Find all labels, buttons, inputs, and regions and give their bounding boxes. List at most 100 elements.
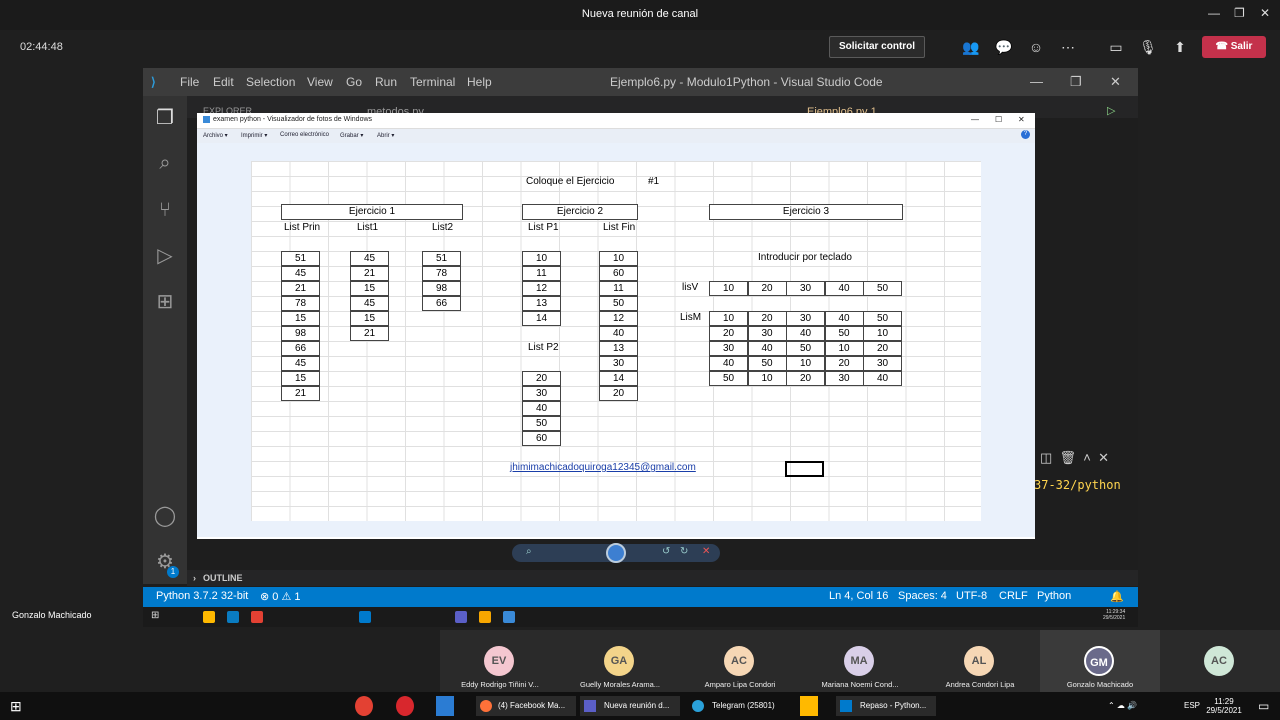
minimize-icon[interactable]: — bbox=[1208, 6, 1220, 20]
menu-edit[interactable]: Edit bbox=[213, 75, 234, 89]
panel-close-icon[interactable]: ✕ bbox=[1098, 450, 1109, 465]
inner-folder-icon[interactable] bbox=[203, 611, 215, 623]
inner-app-icon[interactable] bbox=[479, 611, 491, 623]
selected-cell[interactable] bbox=[785, 461, 824, 477]
inner-chrome-icon[interactable] bbox=[251, 611, 263, 623]
lism-cell: 30 bbox=[863, 356, 902, 371]
menu-view[interactable]: View bbox=[307, 75, 333, 89]
pv-close-icon[interactable]: ✕ bbox=[1018, 115, 1025, 124]
search-icon[interactable]: ⌕ bbox=[153, 151, 177, 175]
inner-vscode-icon[interactable] bbox=[359, 611, 371, 623]
participant-name: Amparo Lipa Condori bbox=[704, 680, 776, 689]
file-explorer-icon[interactable] bbox=[800, 696, 818, 716]
list-fin-cell: 30 bbox=[599, 356, 638, 371]
phone-icon: ☎ bbox=[1215, 41, 1231, 52]
maximize-icon[interactable]: ❐ bbox=[1234, 6, 1245, 20]
menu-help[interactable]: Help bbox=[467, 75, 492, 89]
reactions-icon[interactable]: ☺ bbox=[1027, 38, 1045, 56]
chevron-up-icon[interactable]: ˄ bbox=[1083, 450, 1091, 465]
status-eol[interactable]: CRLF bbox=[999, 590, 1028, 602]
taskbar-facebook[interactable]: (4) Facebook Ma... bbox=[476, 696, 576, 716]
pv-menu-grabar[interactable]: Grabar ▾ bbox=[340, 132, 363, 139]
outline-section[interactable]: › OUTLINE bbox=[187, 570, 1138, 586]
chat-icon[interactable]: 💬 bbox=[995, 38, 1013, 56]
photo-viewer-menu: Archivo ▾ Imprimir ▾ Correo electrónico … bbox=[197, 129, 1035, 143]
request-control-button[interactable]: Solicitar control bbox=[829, 36, 925, 58]
taskbar-telegram[interactable]: Telegram (25801) bbox=[688, 696, 788, 716]
participant-tile[interactable]: AC Amparo Lipa Condori bbox=[680, 630, 800, 692]
account-icon[interactable]: ◯ bbox=[153, 504, 177, 528]
language-indicator[interactable]: ESP bbox=[1184, 696, 1200, 716]
pv-menu-abrir[interactable]: Abrir ▾ bbox=[377, 132, 394, 139]
help-icon[interactable]: ? bbox=[1021, 130, 1030, 139]
inner-windows-icon[interactable]: ⊞ bbox=[151, 610, 159, 621]
notification-bell-icon[interactable]: 🔔 bbox=[1110, 590, 1124, 603]
vscode-minimize-icon[interactable]: — bbox=[1030, 74, 1043, 89]
windows-start-icon[interactable]: ⊞ bbox=[10, 696, 22, 716]
avatar: AC bbox=[724, 646, 754, 676]
lisv-label: lisV bbox=[682, 282, 699, 293]
leave-button[interactable]: ☎ Salir bbox=[1202, 36, 1266, 58]
status-python[interactable]: Python 3.7.2 32-bit bbox=[156, 590, 248, 602]
more-options-icon[interactable]: ⋯ bbox=[1059, 38, 1077, 56]
source-control-icon[interactable]: ⑂ bbox=[153, 198, 177, 222]
pv-minimize-icon[interactable]: — bbox=[971, 115, 979, 124]
participant-tile[interactable]: GM Gonzalo Machicado bbox=[1040, 630, 1160, 692]
share-screen-icon[interactable]: ⬆ bbox=[1171, 38, 1189, 56]
menu-run[interactable]: Run bbox=[375, 75, 397, 89]
delete-icon[interactable]: ✕ bbox=[702, 546, 710, 557]
lism-cell: 20 bbox=[786, 371, 825, 386]
chrome-icon[interactable] bbox=[355, 696, 373, 716]
email-link[interactable]: jhimimachicadoquiroga12345@gmail.com bbox=[510, 462, 696, 473]
participant-tile[interactable]: AC bbox=[1160, 630, 1280, 692]
pv-menu-correo[interactable]: Correo electrónico bbox=[280, 132, 329, 138]
lism-cell: 10 bbox=[709, 311, 748, 326]
menu-file[interactable]: File bbox=[180, 75, 199, 89]
taskbar-vscode[interactable]: Repaso - Python... bbox=[836, 696, 936, 716]
explorer-icon[interactable]: ❐ bbox=[153, 106, 177, 130]
split-icon[interactable]: ◫ bbox=[1040, 450, 1052, 465]
rotate-right-icon[interactable]: ↻ bbox=[680, 546, 688, 557]
pv-menu-archivo[interactable]: Archivo ▾ bbox=[203, 132, 228, 139]
status-problems[interactable]: ⊗ 0 ⚠ 1 bbox=[260, 590, 300, 603]
lisv-cell: 40 bbox=[824, 281, 864, 296]
inner-photos-icon[interactable] bbox=[503, 611, 515, 623]
tray-icons[interactable]: ⌃ ☁ 🔊 bbox=[1108, 696, 1137, 716]
lism-cell: 40 bbox=[863, 371, 902, 386]
status-cursor[interactable]: Ln 4, Col 16 bbox=[829, 590, 888, 602]
slideshow-icon[interactable] bbox=[606, 543, 626, 563]
status-encoding[interactable]: UTF-8 bbox=[956, 590, 987, 602]
mic-off-icon[interactable]: 🎙 bbox=[1139, 38, 1157, 56]
trash-icon[interactable]: 🗑 bbox=[1060, 450, 1077, 465]
status-spaces[interactable]: Spaces: 4 bbox=[898, 590, 947, 602]
close-icon[interactable]: ✕ bbox=[1260, 6, 1270, 20]
rotate-left-icon[interactable]: ↺ bbox=[662, 546, 670, 557]
participant-tile[interactable]: AL Andrea Condori Lipa bbox=[920, 630, 1040, 692]
opera-icon[interactable] bbox=[396, 696, 414, 716]
vscode-restore-icon[interactable]: ❐ bbox=[1070, 74, 1082, 90]
pv-menu-imprimir[interactable]: Imprimir ▾ bbox=[241, 132, 267, 139]
pv-maximize-icon[interactable]: ☐ bbox=[995, 115, 1002, 124]
menu-go[interactable]: Go bbox=[346, 75, 362, 89]
extensions-icon[interactable]: ⊞ bbox=[153, 290, 177, 314]
menu-selection[interactable]: Selection bbox=[246, 75, 295, 89]
menu-terminal[interactable]: Terminal bbox=[410, 75, 455, 89]
notifications-icon[interactable]: ▭ bbox=[1258, 696, 1269, 716]
vscode-title-bar: ⟩ File Edit Selection View Go Run Termin… bbox=[143, 68, 1138, 96]
camera-off-icon[interactable]: ▭ bbox=[1107, 38, 1125, 56]
status-language[interactable]: Python bbox=[1037, 590, 1071, 602]
app-icon[interactable] bbox=[436, 696, 454, 716]
zoom-icon[interactable]: ⌕ bbox=[526, 546, 532, 557]
run-icon[interactable]: ▷ bbox=[1107, 104, 1115, 117]
inner-edge-icon[interactable] bbox=[227, 611, 239, 623]
participants-icon[interactable]: 👥 bbox=[962, 38, 980, 56]
system-clock[interactable]: 11:29 29/5/2021 bbox=[1206, 696, 1242, 716]
participant-tile[interactable]: EV Eddy Rodrigo Tiñini V... bbox=[440, 630, 560, 692]
inner-teams-icon[interactable] bbox=[455, 611, 467, 623]
vscode-close-icon[interactable]: ✕ bbox=[1110, 74, 1121, 90]
list2-cell: 51 bbox=[422, 251, 461, 266]
taskbar-teams[interactable]: Nueva reunión d... bbox=[580, 696, 680, 716]
participant-tile[interactable]: MA Mariana Noemi Cond... bbox=[800, 630, 920, 692]
participant-tile[interactable]: GA Guelly Morales Arama... bbox=[560, 630, 680, 692]
run-debug-icon[interactable]: ▷ bbox=[153, 244, 177, 268]
